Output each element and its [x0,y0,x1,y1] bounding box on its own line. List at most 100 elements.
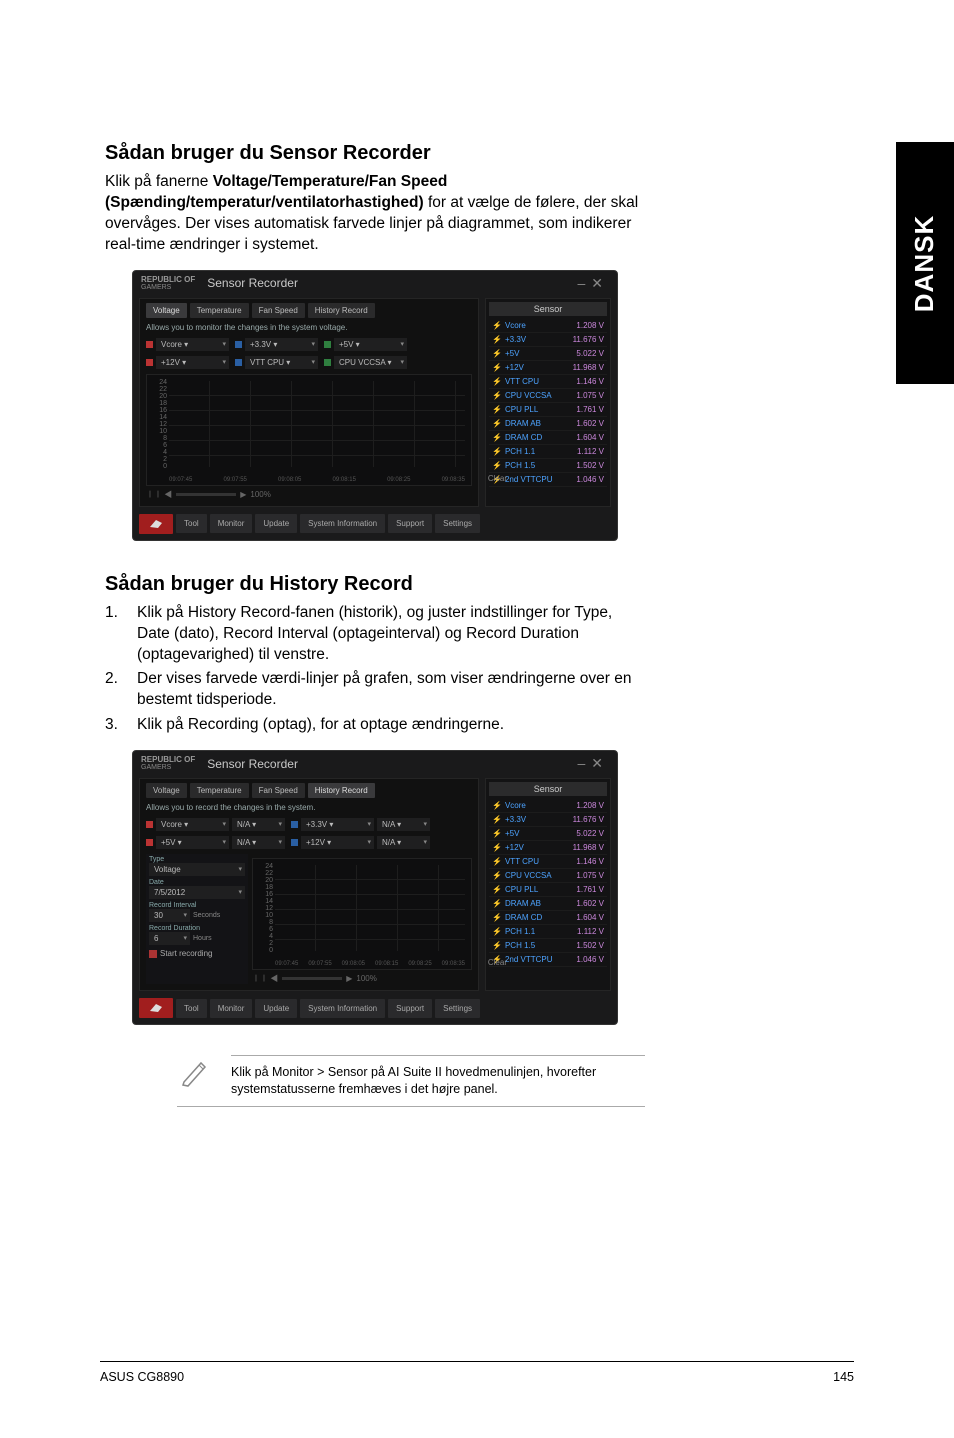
sensor-row: ⚡+3.3V11.676 V [489,813,607,827]
sensor-row: ⚡DRAM AB1.602 V [489,417,607,431]
titlebar2: REPUBLIC OF GAMERS Sensor Recorder –✕ [133,751,617,774]
sensor-row: ⚡PCH 1.51.502 V [489,459,607,473]
s1-prefix: Klik på fanerne [105,173,213,190]
sensor-row: ⚡CPU PLL1.761 V [489,883,607,897]
minimize-icon[interactable]: – [577,755,591,771]
bottom-toolbar: Tool Monitor Update System Information S… [133,511,617,534]
sensor-row: ⚡DRAM AB1.602 V [489,897,607,911]
monitor-button[interactable]: Monitor [210,514,253,533]
list-item: 3.Klik på Recording (optag), for at opta… [105,715,645,736]
update-button[interactable]: Update [255,514,297,533]
series-select[interactable]: +3.3V ▾ [235,338,318,351]
section1-heading: Sådan bruger du Sensor Recorder [105,140,645,166]
app-title: Sensor Recorder [207,276,298,290]
support-button[interactable]: Support [388,514,432,533]
list-item: 2.Der vises farvede værdi-linjer på graf… [105,669,645,711]
sensor-row: ⚡PCH 1.11.112 V [489,925,607,939]
minimize-icon[interactable]: – [577,275,591,291]
sensor-row: ⚡VTT CPU1.146 V [489,855,607,869]
sensor-row: ⚡VTT CPU1.146 V [489,375,607,389]
interval-select[interactable]: 30 [149,909,190,922]
zoom-control[interactable]: 〡〡 ◀ ▶ 100% [252,973,472,984]
series-select[interactable]: +5V ▾ [324,338,407,351]
duration-select[interactable]: 6 [149,932,190,945]
record-settings: TypeVoltage Date7/5/2012 Record Interval… [146,854,248,984]
window-controls[interactable]: –✕ [577,275,609,292]
footer-model: ASUS CG8890 [100,1370,184,1384]
type-select[interactable]: Voltage [149,863,245,876]
series-select[interactable]: +5V ▾N/A ▾ [146,836,285,849]
tool-button[interactable]: Tool [176,999,207,1018]
sensor-row: ⚡CPU VCCSA1.075 V [489,869,607,883]
sensor-row: ⚡CPU PLL1.761 V [489,403,607,417]
tab-history[interactable]: History Record [308,303,375,318]
tab-history[interactable]: History Record [308,783,375,798]
tab-temperature[interactable]: Temperature [190,783,249,798]
brand2: REPUBLIC OF GAMERS [141,756,195,771]
sensor-row: ⚡Vcore1.208 V [489,799,607,813]
tab-fanspeed[interactable]: Fan Speed [252,303,305,318]
sysinfo-button[interactable]: System Information [300,999,385,1018]
sensor-row: ⚡+3.3V11.676 V [489,333,607,347]
settings-button[interactable]: Settings [435,999,480,1018]
sensor-row: ⚡DRAM CD1.604 V [489,431,607,445]
note: Klik på Monitor > Sensor på AI Suite II … [177,1055,645,1098]
close-icon[interactable]: ✕ [591,755,609,771]
hint-text2: Allows you to record the changes in the … [146,803,472,812]
note-pencil-icon [177,1055,213,1091]
sysinfo-button[interactable]: System Information [300,514,385,533]
brand: REPUBLIC OF GAMERS [141,276,195,291]
sensor-header: Sensor [489,302,607,316]
support-button[interactable]: Support [388,999,432,1018]
sensor-row: ⚡+5V5.022 V [489,347,607,361]
tool-button[interactable]: Tool [176,514,207,533]
chart-area: 242220181614121086420 09:07:4509:07:5509… [146,374,472,486]
series-select[interactable]: +12V ▾N/A ▾ [291,836,430,849]
language-tab: DANSK [896,142,954,384]
tab-voltage[interactable]: Voltage [146,783,187,798]
tab-voltage[interactable]: Voltage [146,303,187,318]
zoom-control[interactable]: 〡〡 ◀ ▶ 100% [146,489,472,500]
start-recording-toggle[interactable]: Start recording [149,949,245,958]
mode-tabs: Voltage Temperature Fan Speed History Re… [146,303,472,318]
note-text: Klik på Monitor > Sensor på AI Suite II … [231,1055,645,1098]
settings-button[interactable]: Settings [435,514,480,533]
series-select[interactable]: +3.3V ▾N/A ▾ [291,818,430,831]
sensor-row: ⚡PCH 1.51.502 V [489,939,607,953]
sensor-row: ⚡PCH 1.11.112 V [489,445,607,459]
instruction-list: 1.Klik på History Record-fanen (historik… [105,603,645,737]
monitor-button[interactable]: Monitor [210,999,253,1018]
hint-text: Allows you to monitor the changes in the… [146,323,472,332]
tab-fanspeed[interactable]: Fan Speed [252,783,305,798]
series-select[interactable]: Vcore ▾N/A ▾ [146,818,285,831]
sensor-row: ⚡DRAM CD1.604 V [489,911,607,925]
list-item: 1.Klik på History Record-fanen (historik… [105,603,645,666]
update-button[interactable]: Update [255,999,297,1018]
sensor-row: ⚡+12V11.968 V [489,361,607,375]
window-controls2[interactable]: –✕ [577,755,609,772]
page-content: Sådan bruger du Sensor Recorder Klik på … [0,0,745,1107]
section1-paragraph: Klik på fanerne Voltage/Temperature/Fan … [105,172,645,256]
footer-page: 145 [833,1370,854,1384]
close-icon[interactable]: ✕ [591,275,609,291]
series-select[interactable]: VTT CPU ▾ [235,356,318,369]
sensor-row: ⚡Vcore1.208 V [489,319,607,333]
clear-button[interactable]: Clear [488,958,507,967]
rog-logo-icon[interactable] [139,514,173,534]
date-select[interactable]: 7/5/2012 [149,886,245,899]
series-select[interactable]: Vcore ▾ [146,338,229,351]
sensor-row: ⚡+12V11.968 V [489,841,607,855]
section2-heading: Sådan bruger du History Record [105,571,645,597]
language-label: DANSK [910,214,941,311]
sensor-row: ⚡+5V5.022 V [489,827,607,841]
rog-logo-icon[interactable] [139,998,173,1018]
app-screenshot-2: REPUBLIC OF GAMERS Sensor Recorder –✕ Vo… [132,750,618,1025]
page-footer: ASUS CG8890 145 [100,1361,854,1384]
clear-button[interactable]: Clear [488,474,507,483]
app-title2: Sensor Recorder [207,757,298,771]
series-select[interactable]: +12V ▾ [146,356,229,369]
titlebar: REPUBLIC OF GAMERS Sensor Recorder –✕ [133,271,617,294]
tab-temperature[interactable]: Temperature [190,303,249,318]
series-select[interactable]: CPU VCCSA ▾ [324,356,407,369]
app-screenshot-1: REPUBLIC OF GAMERS Sensor Recorder –✕ Vo… [132,270,618,541]
